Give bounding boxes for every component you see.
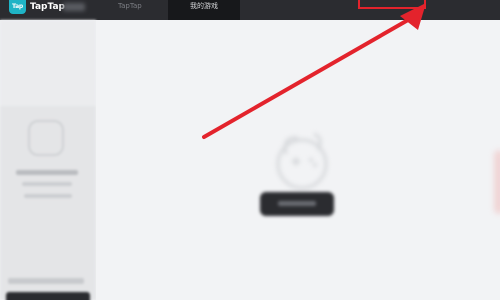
sidebar-header (0, 20, 96, 106)
sidebar-bottom-button[interactable] (6, 292, 90, 300)
blurred-action-button[interactable] (260, 192, 334, 216)
sidebar (0, 20, 96, 300)
game-placeholder-icon (28, 120, 64, 156)
blurred-text-line (8, 278, 84, 284)
blurred-edge-element (494, 150, 500, 214)
blurred-text-line (16, 170, 78, 175)
brand-name: TapTap (30, 2, 65, 12)
tab-my-games-label: 我的游戏 (190, 2, 218, 10)
annotation-highlight-box (358, 0, 426, 9)
taptap-window: Tap TapTap TapTap 我的游戏 (0, 0, 500, 300)
app-name-label[interactable]: TapTap (118, 0, 142, 12)
gamepad-empty-icon (276, 132, 328, 190)
blurred-username (63, 3, 85, 11)
top-bar: Tap TapTap TapTap 我的游戏 (0, 0, 500, 20)
tab-my-games[interactable]: 我的游戏 (168, 0, 240, 20)
blurred-text-line (22, 182, 72, 186)
blurred-button-label (278, 201, 316, 206)
blurred-text-line (24, 194, 72, 198)
taptap-logo-icon: Tap (9, 0, 26, 14)
main-content (96, 20, 500, 300)
